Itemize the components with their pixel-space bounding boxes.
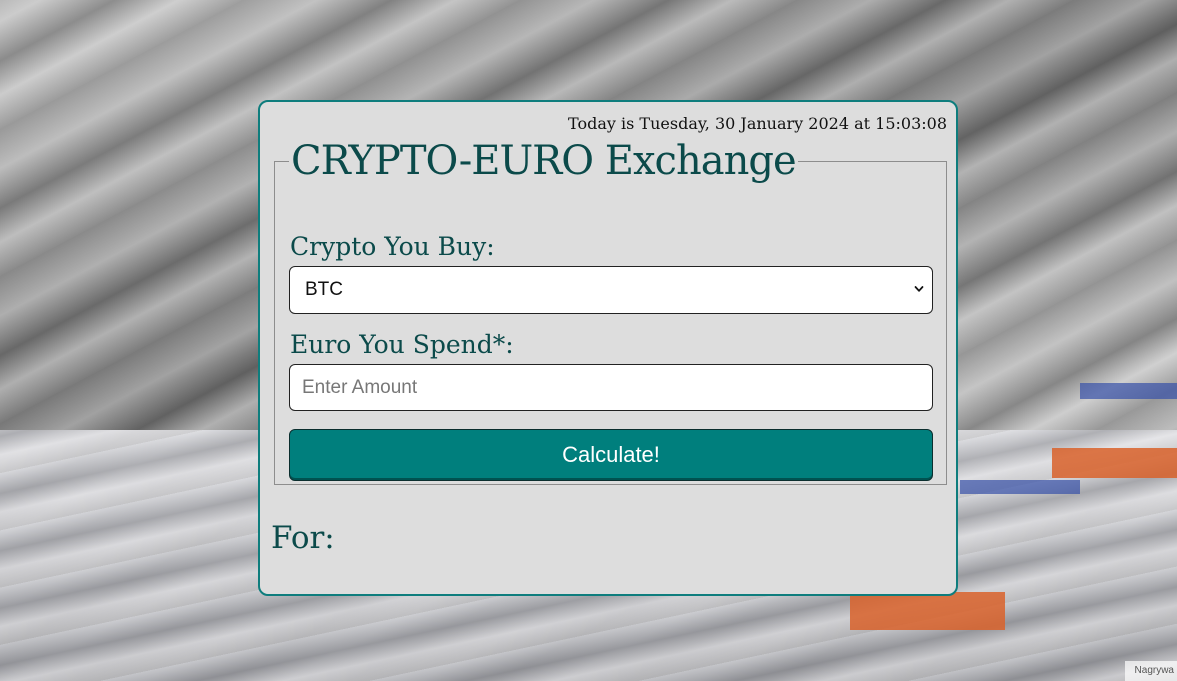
form-title: CRYPTO-EURO Exchange bbox=[291, 138, 797, 184]
euro-label: Euro You Spend*: bbox=[290, 330, 514, 359]
crypto-label: Crypto You Buy: bbox=[290, 232, 495, 261]
background-accent bbox=[1080, 383, 1177, 399]
exchange-card: Today is Tuesday, 30 January 2024 at 15:… bbox=[258, 100, 958, 596]
crypto-selected-value: BTC bbox=[305, 279, 343, 300]
chevron-down-icon bbox=[914, 286, 924, 292]
crypto-select[interactable]: BTC bbox=[289, 266, 933, 314]
current-date-text: Today is Tuesday, 30 January 2024 at 15:… bbox=[568, 114, 947, 133]
result-for-label: For: bbox=[271, 520, 335, 556]
background-accent bbox=[850, 592, 1005, 630]
recording-watermark: Nagrywa bbox=[1125, 661, 1177, 681]
euro-amount-input[interactable] bbox=[289, 364, 933, 411]
calculate-button[interactable]: Calculate! bbox=[289, 429, 933, 481]
exchange-form-fieldset: CRYPTO-EURO Exchange Crypto You Buy: BTC… bbox=[274, 138, 947, 485]
background-accent bbox=[960, 480, 1080, 494]
background-accent bbox=[1052, 448, 1177, 478]
